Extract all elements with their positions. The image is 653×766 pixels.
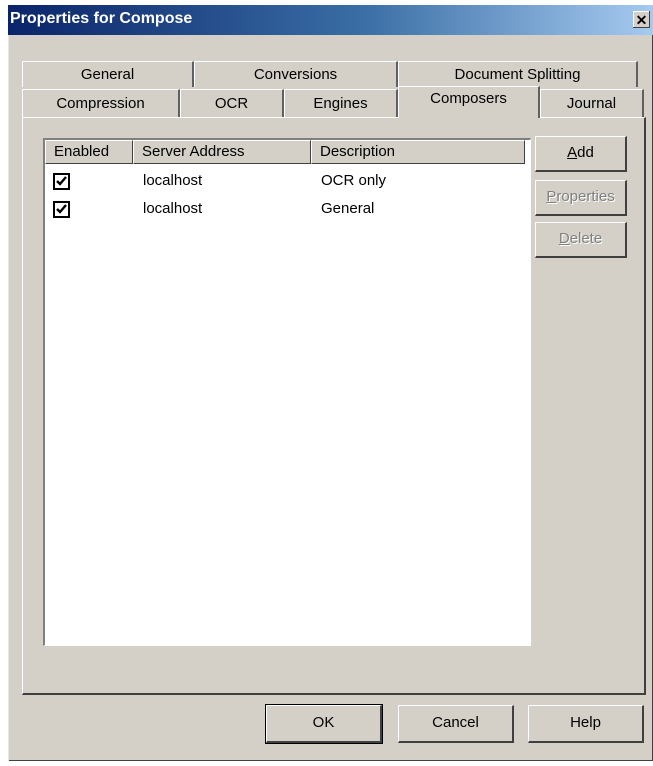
properties-label-rest: roperties: [556, 188, 615, 205]
composers-list[interactable]: Enabled Server Address Description local…: [43, 138, 531, 646]
tab-compression-label: Compression: [56, 95, 145, 112]
help-button[interactable]: Help: [528, 705, 644, 743]
tab-general-label: General: [80, 66, 135, 83]
tab-composers[interactable]: Composers: [398, 86, 540, 118]
tab-document-splitting[interactable]: Document Splitting: [398, 61, 638, 87]
tab-ocr[interactable]: OCR: [180, 89, 284, 117]
cancel-button[interactable]: Cancel: [398, 705, 514, 743]
tab-conversions-label: Conversions: [253, 66, 338, 83]
tab-compression[interactable]: Compression: [22, 89, 180, 117]
list-item[interactable]: localhost General: [45, 198, 530, 222]
check-icon: [56, 204, 67, 214]
properties-button[interactable]: Properties: [535, 180, 627, 216]
tab-general[interactable]: General: [22, 61, 194, 87]
close-button[interactable]: ✕: [633, 11, 650, 28]
window-title: Properties for Compose: [10, 10, 193, 27]
properties-mnemonic: P: [546, 188, 557, 205]
column-header-description[interactable]: Description: [311, 140, 525, 164]
list-item[interactable]: localhost OCR only: [45, 170, 530, 194]
list-header: Enabled Server Address Description: [45, 140, 530, 164]
delete-button[interactable]: Delete: [535, 222, 627, 258]
tab-ocr-label: OCR: [214, 95, 249, 112]
add-button[interactable]: Add: [535, 136, 627, 172]
tab-document-splitting-label: Document Splitting: [454, 66, 581, 83]
delete-mnemonic: D: [558, 230, 570, 247]
composers-panel: Enabled Server Address Description local…: [22, 117, 646, 695]
column-header-enabled[interactable]: Enabled: [45, 140, 133, 164]
tab-journal-label: Journal: [566, 95, 617, 112]
add-mnemonic: A: [567, 144, 578, 161]
ok-button[interactable]: OK: [265, 704, 383, 744]
add-label-rest: dd: [577, 144, 594, 161]
enabled-checkbox[interactable]: [53, 201, 70, 218]
check-icon: [56, 176, 67, 186]
delete-label-rest: elete: [569, 230, 603, 247]
tab-engines[interactable]: Engines: [284, 89, 398, 117]
tab-engines-label: Engines: [313, 95, 368, 112]
description: General: [321, 200, 375, 217]
description: OCR only: [321, 172, 387, 189]
tab-composers-label: Composers: [430, 90, 507, 107]
tab-conversions[interactable]: Conversions: [194, 61, 398, 87]
dialog-window: Properties for Compose ✕ General Convers…: [8, 5, 653, 761]
close-icon: ✕: [635, 11, 648, 28]
enabled-checkbox[interactable]: [53, 173, 70, 190]
server-address: localhost: [143, 172, 203, 189]
column-header-server-address[interactable]: Server Address: [133, 140, 311, 164]
server-address: localhost: [143, 200, 203, 217]
tab-journal[interactable]: Journal: [540, 89, 644, 117]
title-bar[interactable]: Properties for Compose ✕: [8, 5, 653, 35]
